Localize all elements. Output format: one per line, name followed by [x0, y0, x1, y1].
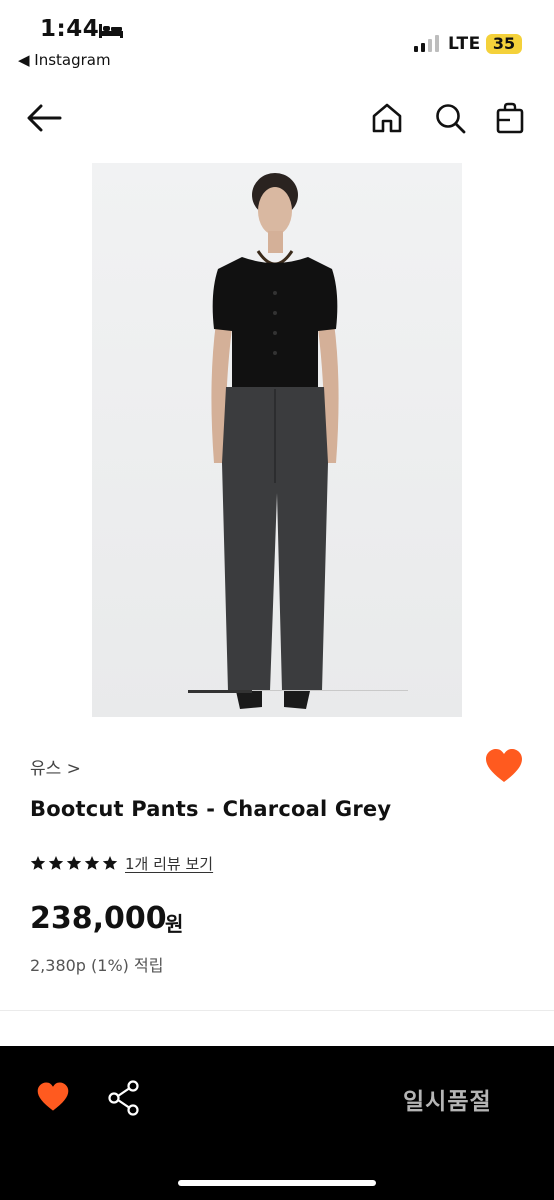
product-image[interactable] [92, 163, 462, 717]
star-icon [102, 856, 118, 870]
sold-out-button[interactable]: 일시품절 [403, 1082, 492, 1116]
network-type: LTE [448, 34, 481, 54]
home-indicator[interactable] [178, 1180, 376, 1186]
shopping-bag-icon[interactable] [490, 98, 530, 138]
product-price: 238,000 [30, 901, 167, 936]
heart-icon[interactable] [484, 748, 524, 788]
product-title: Bootcut Pants - Charcoal Grey [30, 797, 392, 821]
share-icon[interactable] [107, 1080, 141, 1120]
star-icon [30, 856, 46, 870]
back-arrow-icon[interactable] [24, 98, 64, 138]
home-icon[interactable] [367, 98, 407, 138]
back-to-instagram-link[interactable]: ◀ Instagram [18, 51, 111, 69]
signal-icon [414, 34, 439, 52]
reward-points: 2,380p (1%) 적립 [30, 956, 164, 975]
review-link[interactable]: 1개 리뷰 보기 [125, 853, 213, 874]
search-icon[interactable] [430, 98, 470, 138]
bed-icon [98, 22, 124, 44]
rating-stars [30, 855, 118, 871]
brand-link[interactable]: 유스 > [30, 754, 81, 779]
heart-icon[interactable] [36, 1081, 70, 1117]
divider [0, 1010, 554, 1011]
star-icon [48, 856, 64, 870]
battery-indicator: 35 [486, 34, 522, 54]
price-currency: 원 [165, 912, 184, 936]
star-icon [66, 856, 82, 870]
star-icon [84, 856, 100, 870]
status-time: 1:44 [40, 16, 100, 42]
bottom-action-bar [0, 1046, 554, 1200]
